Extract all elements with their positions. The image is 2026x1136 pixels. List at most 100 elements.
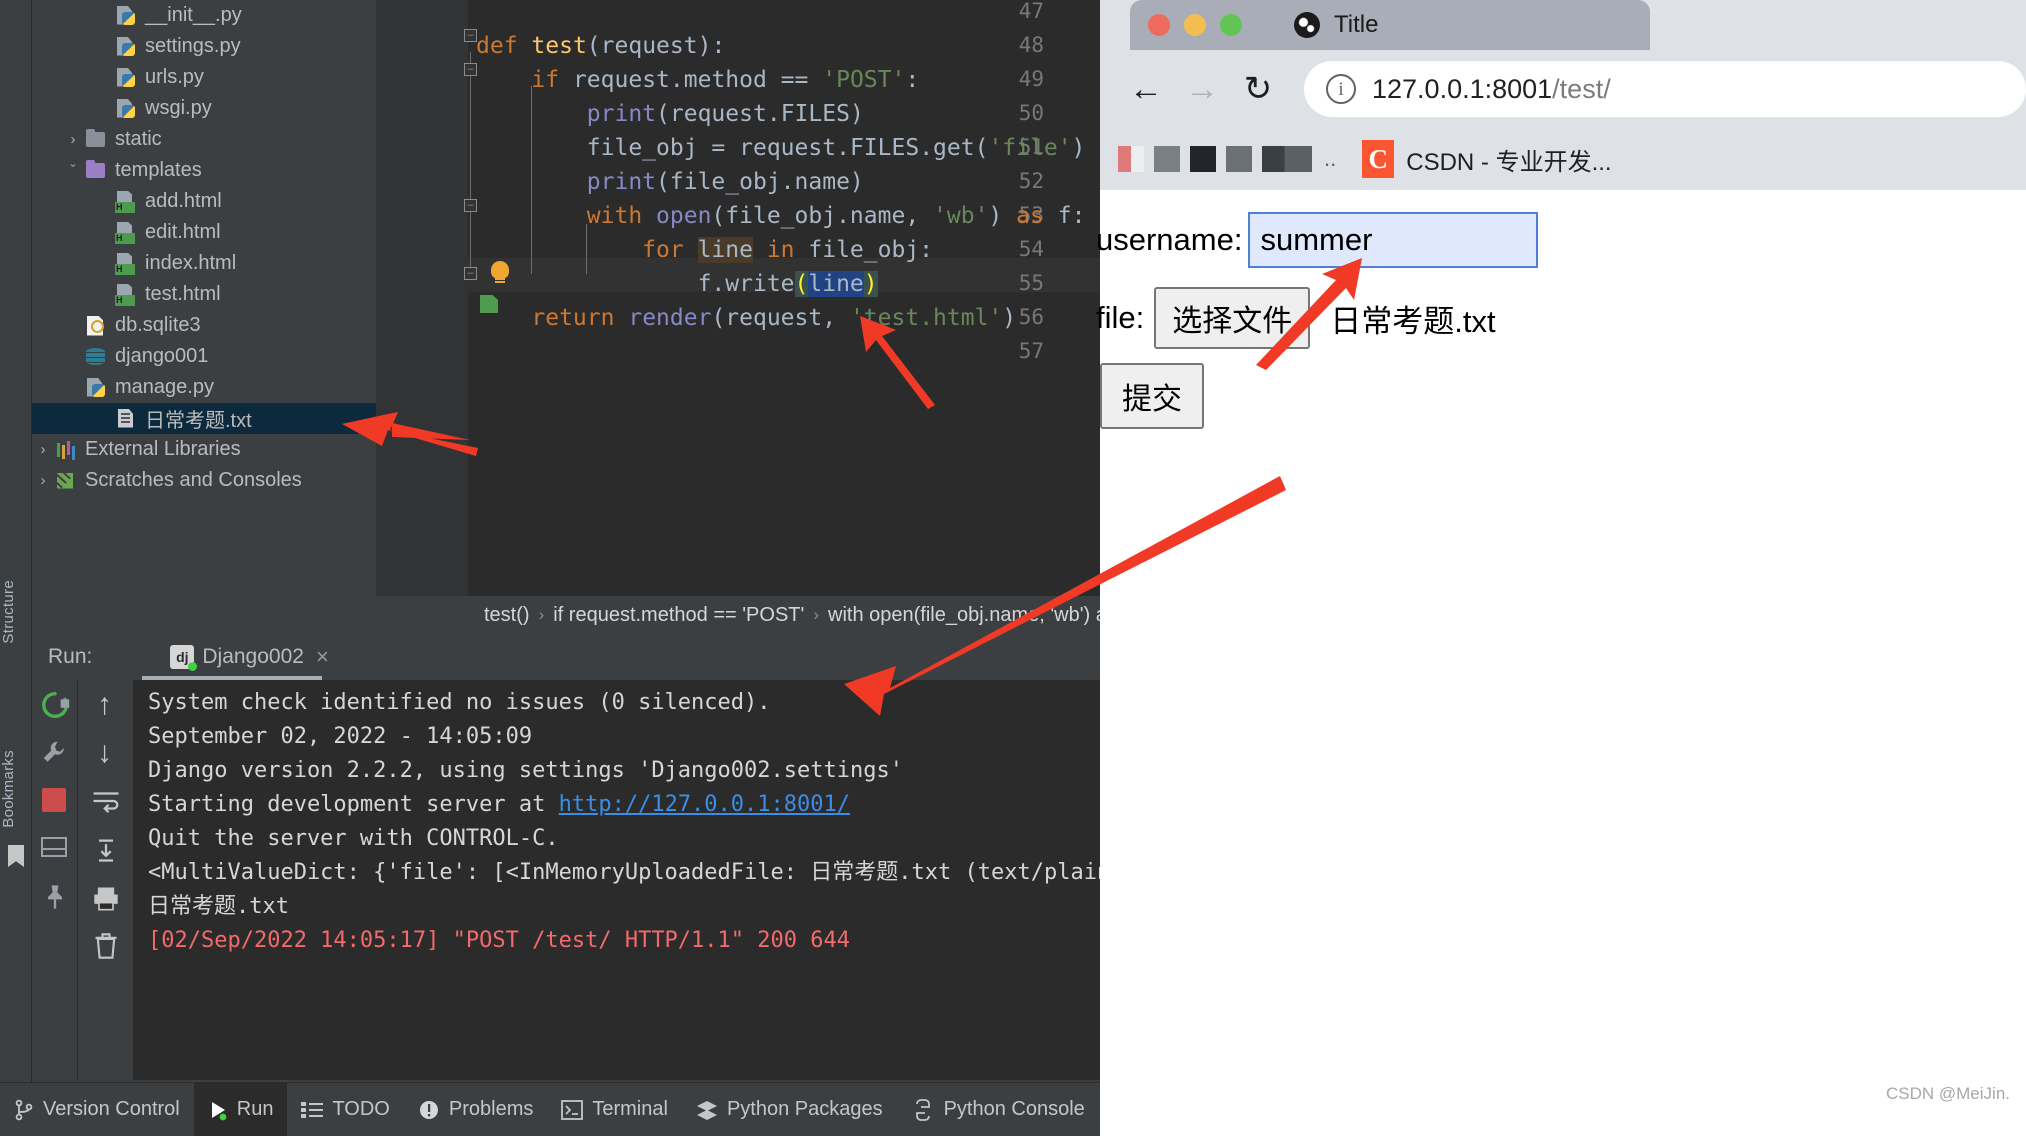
tree-item-15[interactable]: › Scratches and Consoles [32,465,376,496]
code-line[interactable]: for line in file_obj: [476,237,933,263]
scroll-to-end-button[interactable] [78,824,133,872]
tree-item-label: Scratches and Consoles [85,469,302,492]
run-tab-name[interactable]: Django002 [202,645,304,669]
fold-toggle-49[interactable]: – [464,63,480,79]
back-button[interactable]: ← [1118,61,1174,117]
chosen-file-name: 日常考题.txt [1330,296,1495,341]
bottom-bar-problems[interactable]: Problems [404,1083,547,1136]
code-line[interactable]: def test(request): [476,33,725,59]
pin-button[interactable] [32,872,77,920]
console-link[interactable]: http://127.0.0.1:8001/ [559,792,850,817]
structure-tool-button[interactable]: Structure [0,580,32,644]
tree-item-13[interactable]: 日常考题.txt [32,403,376,434]
settings-wrench-button[interactable] [32,728,77,776]
forward-button[interactable]: → [1174,61,1230,117]
bookmark-icon-2[interactable] [1154,146,1180,172]
submit-button[interactable]: 提交 [1100,363,1204,429]
tree-expand-arrow[interactable]: ˇ [62,162,84,179]
code-line[interactable]: file_obj = request.FILES.get('file') [476,135,1085,161]
tree-item-2[interactable]: urls.py [32,62,376,93]
globe-icon [1294,12,1320,38]
console-output[interactable]: System check identified no issues (0 sil… [134,680,1100,1080]
bottom-bar-version-control[interactable]: Version Control [0,1083,194,1136]
csdn-bookmark-icon[interactable]: C [1362,140,1394,178]
tree-item-0[interactable]: __init__.py [32,0,376,31]
bookmarks-bar[interactable]: .. C CSDN - 专业开发... [1100,128,2026,190]
packages-icon [696,1099,718,1121]
breadcrumb-item-2[interactable]: with open(file_obj.name, 'wb') as f [828,604,1100,627]
site-info-icon[interactable]: i [1326,74,1356,104]
run-html-gutter-icon[interactable] [480,295,498,313]
choose-file-button[interactable]: 选择文件 [1154,287,1310,349]
tree-expand-arrow[interactable]: › [32,472,54,489]
close-tab-icon[interactable]: × [316,644,329,670]
tree-expand-arrow[interactable]: › [62,131,84,148]
line-number: 57 [1019,339,1044,363]
text-file-icon [114,408,140,430]
tree-item-5[interactable]: ˇtemplates [32,155,376,186]
breadcrumb[interactable]: test() › if request.method == 'POST' › w… [376,596,1100,634]
clear-all-button[interactable] [78,920,133,968]
layout-button[interactable] [32,824,77,872]
html-file-icon [114,191,140,213]
username-input[interactable] [1248,212,1538,268]
code-line[interactable]: return render(request, 'test.html') [476,305,1016,331]
tree-item-14[interactable]: ›External Libraries [32,434,376,465]
address-bar[interactable]: i 127.0.0.1:8001/test/ [1304,61,2026,117]
bottom-bar-run[interactable]: Run [194,1083,288,1136]
fold-toggle-53[interactable]: – [464,199,480,215]
tree-item-10[interactable]: db.sqlite3 [32,310,376,341]
code-line[interactable]: print(file_obj.name) [476,169,864,195]
tree-expand-arrow[interactable]: › [32,441,54,458]
folder-purple-icon [84,160,110,182]
window-controls[interactable] [1148,14,1242,36]
code-line[interactable]: f.write(line) [476,271,878,297]
tree-item-1[interactable]: settings.py [32,31,376,62]
scroll-up-button[interactable]: ↑ [78,680,133,728]
fold-toggle-55[interactable]: – [464,267,480,283]
maximize-window-dot[interactable] [1220,14,1242,36]
tree-item-6[interactable]: add.html [32,186,376,217]
stop-button[interactable] [32,776,77,824]
csdn-bookmark-label[interactable]: CSDN - 专业开发... [1406,142,1611,177]
scroll-down-button[interactable]: ↓ [78,728,133,776]
tree-item-3[interactable]: wsgi.py [32,93,376,124]
tree-item-12[interactable]: manage.py [32,372,376,403]
bookmark-icon-1[interactable] [1118,146,1144,172]
tree-item-label: 日常考题.txt [145,404,252,433]
browser-tab[interactable]: Title [1130,0,1650,50]
soft-wrap-button[interactable] [78,776,133,824]
code-line[interactable]: with open(file_obj.name, 'wb') as f: [476,203,1085,229]
tree-item-7[interactable]: edit.html [32,217,376,248]
tree-item-8[interactable]: index.html [32,248,376,279]
bottom-bar-todo[interactable]: TODO [287,1083,403,1136]
code-line[interactable]: if request.method == 'POST': [476,67,919,93]
print-button[interactable] [78,872,133,920]
reload-button[interactable]: ↻ [1230,61,1286,117]
code-line[interactable]: print(request.FILES) [476,101,864,127]
bookmark-overflow-icon[interactable]: .. [1324,146,1336,172]
python-file-icon [114,67,140,89]
bookmark-icon-5[interactable] [1262,146,1312,172]
tree-item-11[interactable]: django001 [32,341,376,372]
bookmarks-tool-button[interactable]: Bookmarks [0,750,32,828]
close-window-dot[interactable] [1148,14,1170,36]
bookmark-icon-4[interactable] [1226,146,1252,172]
tree-item-4[interactable]: ›static [32,124,376,155]
code-editor[interactable]: 4748def test(request):49 if request.meth… [376,0,1100,596]
bottom-bar-python-console[interactable]: Python Console [897,1083,1099,1136]
breadcrumb-separator: › [539,605,545,625]
rerun-button[interactable] [32,680,77,728]
fold-toggle-48[interactable]: – [464,29,480,45]
intention-bulb-icon[interactable] [491,261,509,279]
bottom-bar-python-packages[interactable]: Python Packages [682,1083,897,1136]
bookmark-icon-3[interactable] [1190,146,1216,172]
breadcrumb-item-1[interactable]: if request.method == 'POST' [553,604,804,627]
bottom-tool-window-bar[interactable]: Version ControlRunTODOProblemsTerminalPy… [0,1082,1100,1136]
file-label: file: [1096,300,1144,336]
breadcrumb-item-0[interactable]: test() [484,604,530,627]
minimize-window-dot[interactable] [1184,14,1206,36]
tree-item-9[interactable]: test.html [32,279,376,310]
bottom-bar-terminal[interactable]: Terminal [547,1083,682,1136]
project-tree[interactable]: __init__.pysettings.pyurls.pywsgi.py›sta… [32,0,376,620]
